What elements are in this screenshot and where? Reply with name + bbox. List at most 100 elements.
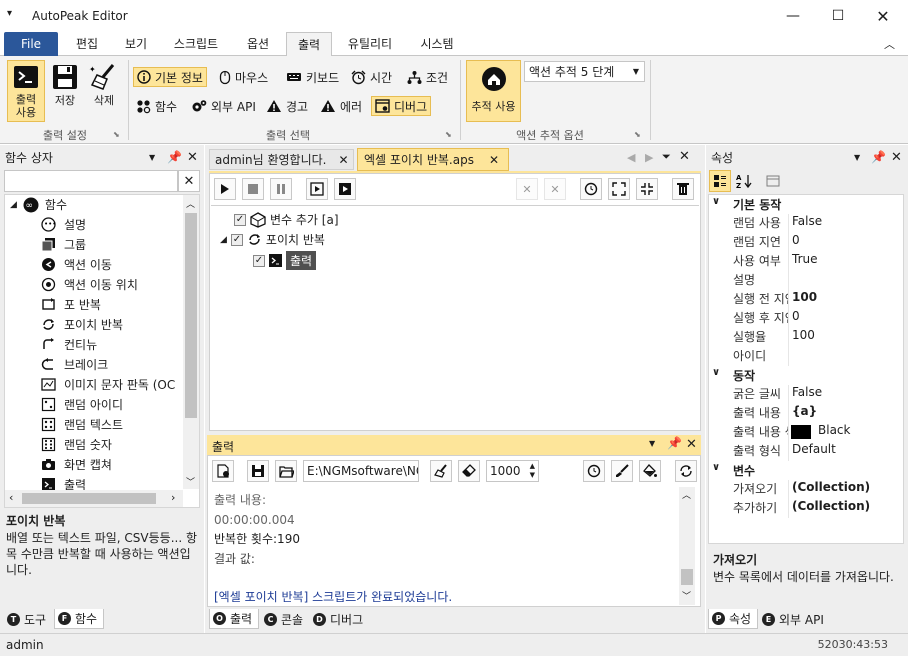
prop-value[interactable]: 0: [792, 233, 800, 247]
prop-value[interactable]: 0: [792, 309, 800, 323]
external-api-toggle[interactable]: 외부 API: [188, 96, 259, 116]
pin-icon[interactable]: 📌: [667, 436, 682, 450]
category-basic[interactable]: ∨ 기본 동작: [708, 195, 904, 214]
brush-button[interactable]: [611, 460, 633, 482]
close-document-icon[interactable]: ✕: [679, 149, 690, 164]
expand-all-button[interactable]: [608, 178, 630, 200]
list-item[interactable]: 그룹: [40, 234, 86, 254]
prop-value[interactable]: True: [792, 252, 818, 266]
save-output-button[interactable]: [247, 460, 269, 482]
fill-color-button[interactable]: [639, 460, 661, 482]
condition-toggle[interactable]: 조건: [404, 67, 451, 87]
prop-value[interactable]: (Collection): [792, 480, 870, 494]
prop-value[interactable]: False: [792, 385, 822, 399]
scroll-thumb[interactable]: [681, 569, 693, 585]
tab-tools[interactable]: T 도구: [4, 609, 53, 629]
tree-vertical-scrollbar[interactable]: ︿ ﹀: [183, 195, 199, 489]
menu-system[interactable]: 시스템: [410, 32, 464, 56]
system-menu-icon[interactable]: ▾: [7, 8, 12, 19]
alphabetical-view-button[interactable]: AZ: [733, 170, 755, 192]
chevron-down-icon[interactable]: ∨: [712, 367, 720, 378]
save-button[interactable]: 저장: [48, 63, 82, 121]
property-row[interactable]: 출력 내용 색 Black: [708, 423, 904, 442]
list-item[interactable]: 포이치 반복: [40, 314, 123, 334]
function-toggle[interactable]: 함수: [133, 96, 180, 116]
close-icon[interactable]: ✕: [187, 150, 198, 165]
close-icon[interactable]: ✕: [338, 153, 348, 167]
panel-menu-icon[interactable]: ▼: [854, 153, 860, 162]
prop-value[interactable]: Default: [792, 442, 836, 456]
close-icon[interactable]: ✕: [891, 150, 902, 165]
scroll-left-icon[interactable]: ‹: [9, 491, 13, 504]
list-item[interactable]: 랜덤 숫자: [40, 434, 112, 454]
property-row[interactable]: 굵은 글씨 False: [708, 385, 904, 404]
property-row[interactable]: 설명: [708, 271, 904, 290]
panel-menu-icon[interactable]: ▼: [649, 439, 655, 448]
property-row[interactable]: 추가하기 (Collection): [708, 499, 904, 518]
tab-list-icon[interactable]: ⏷: [662, 150, 671, 164]
property-row[interactable]: 가져오기 (Collection): [708, 480, 904, 499]
pin-icon[interactable]: 📌: [167, 150, 182, 164]
minimize-button[interactable]: —: [770, 0, 816, 32]
list-item[interactable]: 랜덤 텍스트: [40, 414, 123, 434]
tree-root-function[interactable]: ◢ ∞ 함수: [10, 196, 67, 213]
list-item[interactable]: 포 반복: [40, 294, 101, 314]
basic-info-toggle[interactable]: 기본 정보: [133, 67, 207, 87]
property-row[interactable]: 실행 전 지연100: [708, 290, 904, 309]
list-item[interactable]: ••• 설명: [40, 214, 86, 234]
scroll-down-icon[interactable]: ﹀: [186, 475, 195, 488]
property-row[interactable]: 출력 내용 {a}: [708, 404, 904, 423]
pin-icon[interactable]: 📌: [871, 150, 886, 164]
scroll-up-icon[interactable]: ︿: [186, 197, 195, 210]
dialog-launcher-icon[interactable]: ⬊: [113, 130, 120, 139]
script-node-add-variable[interactable]: ✓ 변수 추가 [a]: [234, 211, 339, 228]
tab-properties[interactable]: P 속성: [708, 609, 759, 629]
menu-script[interactable]: 스크립트: [164, 32, 228, 56]
chevron-down-icon[interactable]: ∨: [712, 196, 720, 207]
menu-view[interactable]: 보기: [114, 32, 158, 56]
property-row[interactable]: 랜덤 지연 0: [708, 233, 904, 252]
prop-value[interactable]: 100: [792, 290, 817, 304]
checkbox[interactable]: ✓: [253, 254, 265, 267]
menu-utility[interactable]: 유틸리티: [339, 32, 401, 56]
menu-output[interactable]: 출력: [286, 32, 332, 57]
dialog-launcher-icon[interactable]: ⬊: [445, 130, 452, 139]
script-node-foreach[interactable]: ◢ ✓ 포이치 반복: [220, 231, 325, 248]
scroll-thumb[interactable]: [185, 213, 197, 418]
timestamp-button[interactable]: [583, 460, 605, 482]
checkbox[interactable]: ✓: [230, 233, 243, 246]
tab-output[interactable]: O 출력: [209, 609, 260, 629]
chevron-down-icon[interactable]: ∨: [712, 462, 720, 473]
function-search-input[interactable]: [4, 170, 178, 192]
new-output-button[interactable]: [212, 460, 234, 482]
mouse-toggle[interactable]: 마우스: [216, 67, 271, 87]
scroll-down-icon[interactable]: ﹀: [682, 589, 691, 602]
list-item[interactable]: 브레이크: [40, 354, 108, 374]
prop-value[interactable]: False: [792, 214, 822, 228]
menu-file[interactable]: File: [4, 32, 58, 56]
run-selected-button[interactable]: [306, 178, 328, 200]
list-item[interactable]: 컨티뉴: [40, 334, 97, 354]
collapse-icon[interactable]: ◢: [220, 235, 227, 245]
property-row[interactable]: 실행 후 지연0: [708, 309, 904, 328]
clean-button[interactable]: [430, 460, 452, 482]
property-pages-button[interactable]: [762, 170, 784, 192]
property-row[interactable]: 출력 형식 Default: [708, 442, 904, 461]
delete-button[interactable]: ✦ 삭제: [86, 63, 122, 121]
enable-button[interactable]: ✕: [544, 178, 566, 200]
max-lines-stepper[interactable]: 1000 ▲ ▼: [486, 460, 539, 482]
menu-options[interactable]: 옵션: [236, 32, 280, 56]
delete-node-button[interactable]: [672, 178, 694, 200]
tab-functions[interactable]: F 함수: [54, 609, 105, 629]
close-icon[interactable]: ✕: [489, 153, 499, 167]
script-node-output[interactable]: ✓ 출력: [253, 251, 317, 270]
tab-excel-foreach[interactable]: 엑셀 포이치 반복.aps ✕: [357, 148, 509, 171]
pause-button[interactable]: [270, 178, 292, 200]
run-from-here-button[interactable]: [334, 178, 356, 200]
clear-search-button[interactable]: ✕: [178, 170, 200, 192]
close-button[interactable]: ✕: [860, 0, 906, 32]
open-folder-button[interactable]: [275, 460, 297, 482]
time-toggle[interactable]: 시간: [348, 67, 395, 87]
history-button[interactable]: [580, 178, 602, 200]
collapse-icon[interactable]: ◢: [10, 200, 17, 210]
